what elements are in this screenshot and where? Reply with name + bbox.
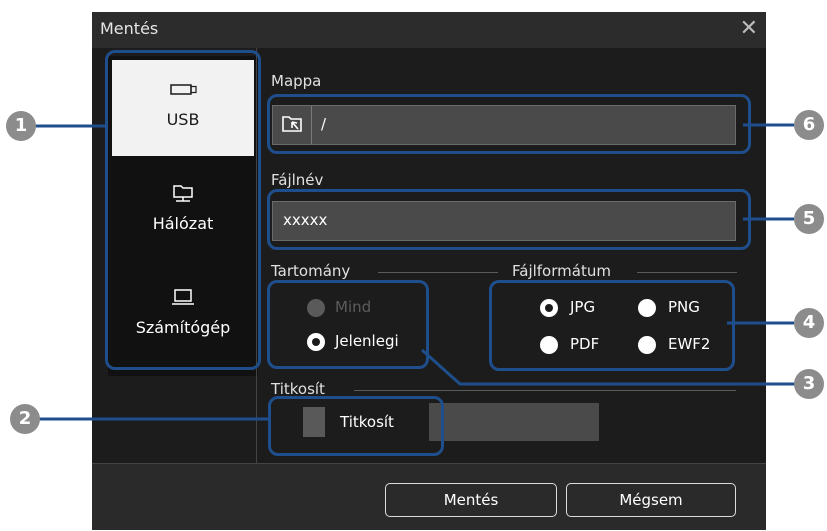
callout-badge-1: 1 — [6, 111, 36, 141]
callout-badge-2: 2 — [10, 404, 40, 434]
callout-badge-5: 5 — [794, 204, 824, 234]
callout-badge-4: 4 — [794, 308, 824, 338]
callout-badge-6: 6 — [794, 110, 824, 140]
callout-badge-3: 3 — [794, 369, 824, 399]
callout-leader-lines — [34, 123, 796, 421]
